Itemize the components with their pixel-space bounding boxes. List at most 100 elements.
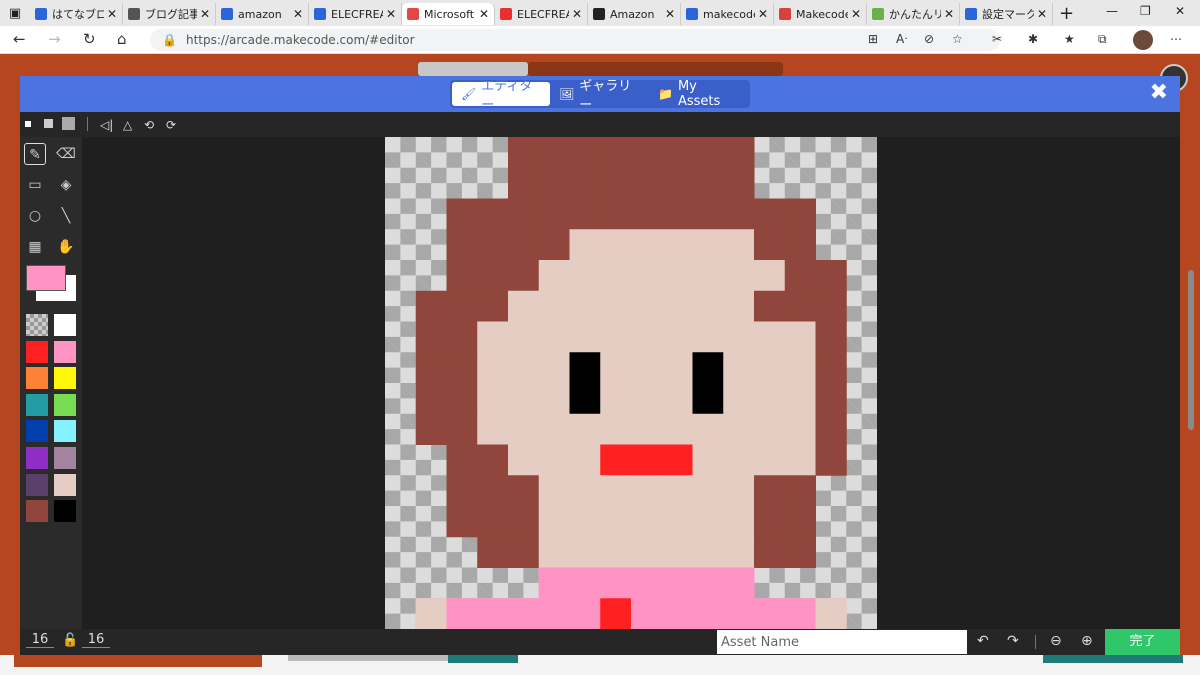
palette-swatch[interactable] bbox=[54, 393, 76, 416]
circle-tool-icon[interactable]: ○ bbox=[24, 205, 46, 227]
primary-color-swatch[interactable] bbox=[26, 265, 66, 291]
minimize-icon[interactable]: — bbox=[1106, 4, 1118, 18]
rectangle-tool-icon[interactable]: ▭ bbox=[24, 174, 46, 196]
close-tab-icon[interactable]: ✕ bbox=[572, 7, 582, 21]
fill-tool-icon[interactable]: ◈ bbox=[55, 174, 77, 196]
home-icon[interactable]: ⌂ bbox=[117, 30, 127, 48]
editor-tab[interactable]: 📁 My Assets bbox=[649, 79, 748, 109]
app-available-icon[interactable]: ⊞ bbox=[868, 32, 878, 46]
flip-horizontal-icon[interactable]: ◁| bbox=[100, 118, 113, 132]
eraser-tool-icon[interactable]: ⌫ bbox=[55, 143, 77, 165]
zoom-out-icon[interactable]: ⊖ bbox=[1050, 633, 1062, 649]
sprite-pixel bbox=[661, 198, 693, 230]
tracking-prevention-icon[interactable]: ⊘ bbox=[924, 32, 934, 46]
browser-tab[interactable]: ELECFREA ✕ bbox=[495, 3, 588, 25]
palette-swatch[interactable] bbox=[54, 367, 76, 390]
palette-swatch[interactable] bbox=[54, 314, 76, 336]
close-tab-icon[interactable]: ✕ bbox=[944, 7, 954, 21]
favorite-add-icon[interactable]: ☆ bbox=[952, 32, 963, 46]
pixel-canvas[interactable] bbox=[385, 137, 877, 629]
asset-name-input[interactable] bbox=[717, 630, 967, 654]
close-tab-icon[interactable]: ✕ bbox=[479, 7, 489, 21]
flip-vertical-icon[interactable]: △ bbox=[123, 118, 132, 132]
forward-icon[interactable]: → bbox=[48, 30, 61, 48]
sprite-pixel bbox=[569, 444, 601, 476]
browser-tab[interactable]: Makecode ✕ bbox=[774, 3, 867, 25]
editor-tab[interactable]: 🖌 エディター bbox=[452, 79, 551, 113]
close-tab-icon[interactable]: ✕ bbox=[758, 7, 768, 21]
lock-aspect-icon[interactable]: 🔓 bbox=[62, 633, 78, 648]
close-window-icon[interactable]: ✕ bbox=[1175, 4, 1185, 18]
sprite-pixel bbox=[723, 567, 755, 599]
image-icon: 🖼 bbox=[559, 87, 575, 101]
browser-tab[interactable]: Amazon ✕ bbox=[588, 3, 681, 25]
sprite-pixel bbox=[600, 444, 632, 476]
browser-tab[interactable]: はてなブロ ✕ bbox=[30, 3, 123, 25]
more-icon[interactable]: ⋯ bbox=[1170, 32, 1182, 46]
palette-swatch[interactable] bbox=[54, 447, 76, 469]
close-tab-icon[interactable]: ✕ bbox=[851, 7, 861, 21]
rotate-left-icon[interactable]: ⟲ bbox=[144, 118, 154, 132]
tab-actions-icon[interactable]: ▣ bbox=[0, 6, 30, 21]
back-icon[interactable]: ← bbox=[13, 30, 26, 48]
sprite-pixel bbox=[723, 444, 755, 476]
sprite-pixel bbox=[661, 229, 693, 261]
brush-size-medium-icon[interactable] bbox=[44, 119, 53, 128]
sprite-pixel bbox=[569, 321, 601, 353]
close-tab-icon[interactable]: ✕ bbox=[293, 7, 303, 21]
sprite-pixel bbox=[723, 506, 755, 538]
profile-avatar[interactable] bbox=[1133, 30, 1153, 50]
browser-tab[interactable]: ブログ記事 ✕ bbox=[123, 3, 216, 25]
browser-tab[interactable]: かんたんリ ✕ bbox=[867, 3, 960, 25]
page-scrollbar[interactable] bbox=[1188, 270, 1194, 430]
canvas-width-input[interactable]: 16 bbox=[26, 632, 54, 648]
pan-tool-icon[interactable]: ✋ bbox=[55, 236, 77, 258]
palette-swatch[interactable] bbox=[26, 420, 48, 443]
sprite-pixel bbox=[538, 167, 570, 199]
brush-size-small-icon[interactable] bbox=[25, 121, 31, 127]
line-tool-icon[interactable]: ╲ bbox=[55, 205, 77, 227]
close-tab-icon[interactable]: ✕ bbox=[107, 7, 117, 21]
transparent-swatch[interactable] bbox=[26, 314, 48, 336]
brush-size-large-icon[interactable] bbox=[62, 117, 75, 130]
browser-tab[interactable]: makecode ✕ bbox=[681, 3, 774, 25]
marquee-tool-icon[interactable]: ▦ bbox=[24, 236, 46, 258]
sprite-pixel bbox=[784, 475, 816, 507]
restore-icon[interactable]: ❐ bbox=[1140, 4, 1151, 18]
palette-swatch[interactable] bbox=[26, 340, 48, 363]
palette-swatch[interactable] bbox=[54, 500, 76, 523]
rotate-right-icon[interactable]: ⟳ bbox=[166, 118, 176, 132]
done-button[interactable]: 完了 bbox=[1105, 629, 1180, 655]
zoom-in-icon[interactable]: ⊕ bbox=[1081, 633, 1093, 649]
canvas-height-input[interactable]: 16 bbox=[82, 632, 110, 648]
read-aloud-icon[interactable]: Aᐧ bbox=[896, 32, 907, 46]
close-tab-icon[interactable]: ✕ bbox=[386, 7, 396, 21]
puzzle-icon[interactable]: ✱ bbox=[1028, 32, 1038, 46]
palette-swatch[interactable] bbox=[26, 500, 48, 523]
refresh-icon[interactable]: ↻ bbox=[83, 30, 96, 48]
palette-swatch[interactable] bbox=[26, 393, 48, 416]
palette-swatch[interactable] bbox=[54, 340, 76, 363]
palette-swatch[interactable] bbox=[26, 473, 48, 496]
undo-icon[interactable]: ↶ bbox=[977, 633, 989, 649]
redo-icon[interactable]: ↷ bbox=[1007, 633, 1019, 649]
browser-tab[interactable]: Microsoft ✕ bbox=[402, 3, 495, 25]
close-tab-icon[interactable]: ✕ bbox=[1037, 7, 1047, 21]
collections-icon[interactable]: ⧉ bbox=[1098, 32, 1107, 47]
new-tab-button[interactable]: + bbox=[1059, 3, 1074, 24]
browser-tab[interactable]: amazon ✕ bbox=[216, 3, 309, 25]
close-tab-icon[interactable]: ✕ bbox=[200, 7, 210, 21]
palette-swatch[interactable] bbox=[26, 367, 48, 390]
sprite-pixel bbox=[631, 506, 663, 538]
editor-tab[interactable]: 🖼 ギャラリー bbox=[550, 79, 649, 113]
palette-swatch[interactable] bbox=[54, 420, 76, 443]
browser-tab[interactable]: ELECFREA ✕ bbox=[309, 3, 402, 25]
extension-icon[interactable]: ✂ bbox=[992, 32, 1002, 46]
pencil-tool-icon[interactable]: ✎ bbox=[24, 143, 46, 165]
palette-swatch[interactable] bbox=[54, 473, 76, 496]
favorites-icon[interactable]: ★ bbox=[1064, 32, 1075, 46]
close-tab-icon[interactable]: ✕ bbox=[665, 7, 675, 21]
close-editor-icon[interactable]: ✖ bbox=[1150, 80, 1168, 105]
browser-tab[interactable]: 設定マーク ✕ bbox=[960, 3, 1053, 25]
palette-swatch[interactable] bbox=[26, 447, 48, 469]
